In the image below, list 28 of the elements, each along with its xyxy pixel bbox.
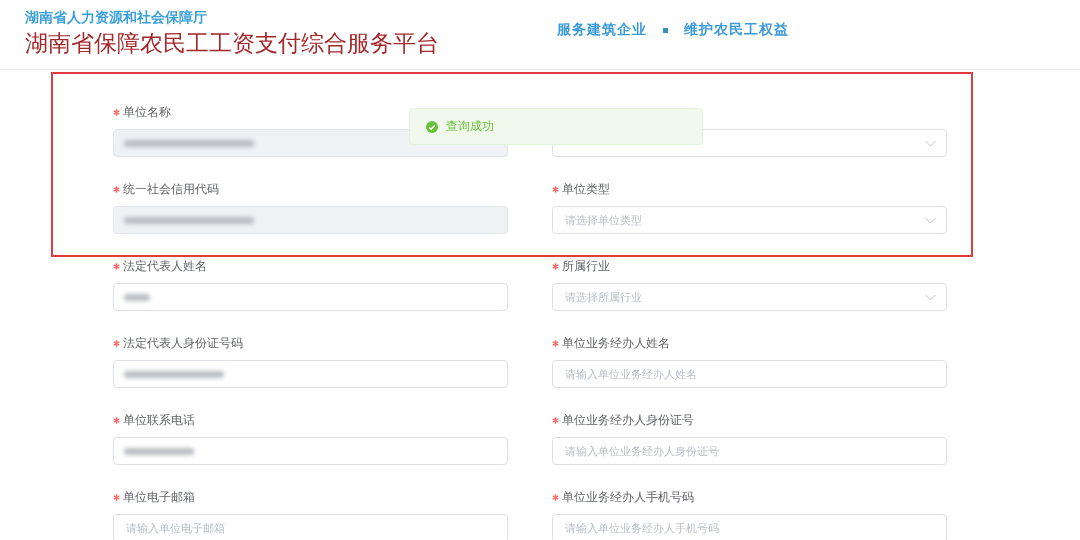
field-label: 单位名称 bbox=[123, 104, 171, 120]
field-label: 法定代表人姓名 bbox=[123, 258, 207, 274]
field-label: 单位联系电话 bbox=[123, 412, 195, 428]
chevron-down-icon bbox=[925, 293, 936, 301]
platform-title: 湖南省保障农民工工资支付综合服务平台 bbox=[25, 29, 439, 58]
slogan: 服务建筑企业 bbox=[557, 21, 647, 39]
field-label: 单位类型 bbox=[562, 181, 610, 197]
toast-text: 查询成功 bbox=[446, 118, 494, 135]
input-field[interactable]: 请输入单位业务经办人姓名 bbox=[552, 360, 947, 388]
field-label: 法定代表人身份证号码 bbox=[123, 335, 243, 351]
field-label: 单位业务经办人身份证号 bbox=[562, 412, 694, 428]
field-label: 统一社会信用代码 bbox=[123, 181, 219, 197]
select-field[interactable]: 请选择所属行业 bbox=[552, 283, 947, 311]
department-name: 湖南省人力资源和社会保障厅 bbox=[25, 8, 207, 26]
field-label: 单位业务经办人姓名 bbox=[562, 335, 670, 351]
select-field[interactable]: 请选择单位类型 bbox=[552, 206, 947, 234]
input-field[interactable]: 请输入单位电子邮箱 bbox=[113, 514, 508, 540]
field-label: 单位电子邮箱 bbox=[123, 489, 195, 505]
input-field[interactable] bbox=[113, 437, 508, 465]
chevron-down-icon bbox=[925, 216, 936, 224]
chevron-down-icon bbox=[925, 139, 936, 147]
check-circle-icon bbox=[426, 120, 438, 133]
input-field[interactable] bbox=[113, 360, 508, 388]
square-bullet-icon bbox=[663, 27, 668, 33]
input-field[interactable] bbox=[113, 283, 508, 311]
field-label: 所属行业 bbox=[562, 258, 610, 274]
slogan: 维护农民工权益 bbox=[684, 21, 789, 39]
field-label: 单位业务经办人手机号码 bbox=[562, 489, 694, 505]
